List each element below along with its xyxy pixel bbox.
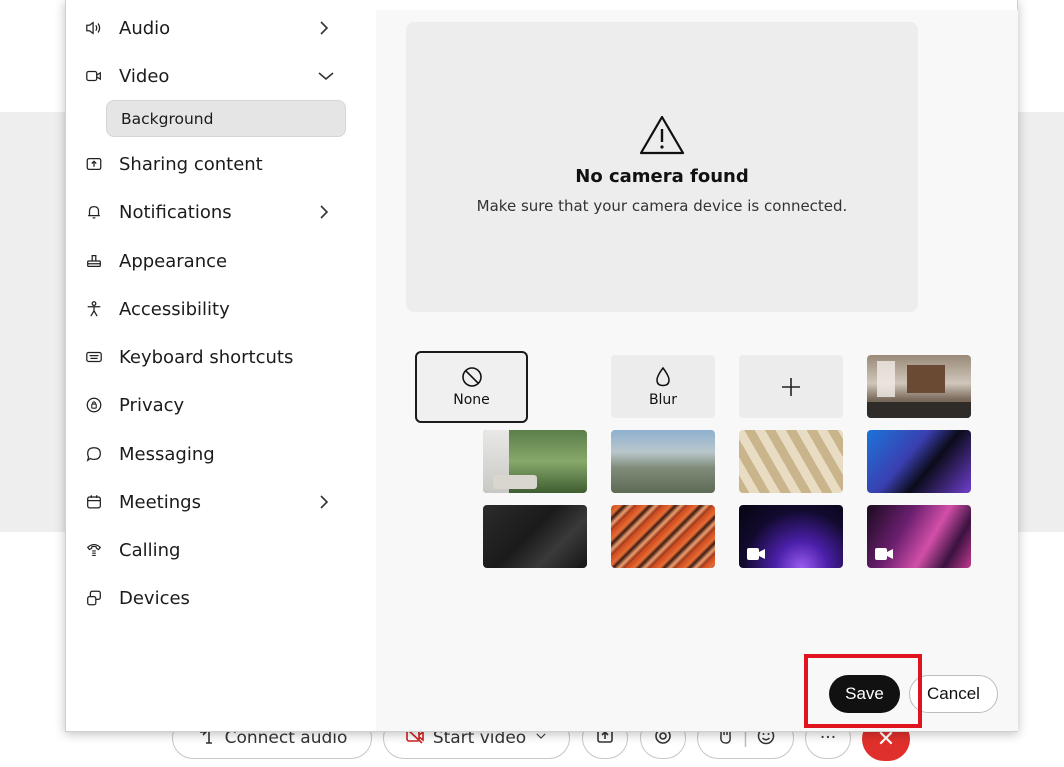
sidebar-item-label: Video <box>119 65 170 87</box>
background-image-pink-waves-video[interactable] <box>867 505 971 568</box>
sidebar-item-label: Meetings <box>119 491 201 513</box>
bell-icon <box>84 202 104 222</box>
sidebar-subitem-background[interactable]: Background <box>106 100 346 137</box>
sidebar-item-label: Sharing content <box>119 153 263 175</box>
sidebar-item-label: Notifications <box>119 201 232 223</box>
background-image-window-shadows[interactable] <box>739 430 843 493</box>
sidebar-item-appearance[interactable]: Appearance <box>84 241 354 281</box>
sidebar-item-keyboard-shortcuts[interactable]: Keyboard shortcuts <box>84 337 354 377</box>
background-option-none[interactable]: None <box>415 351 528 423</box>
warning-icon <box>639 115 685 155</box>
chevron-right-icon <box>320 495 329 509</box>
add-background-button[interactable] <box>739 355 843 418</box>
chevron-down-icon <box>318 72 334 81</box>
paint-brush-icon <box>84 251 104 271</box>
video-camera-icon <box>875 548 893 560</box>
settings-sidebar: Audio Video Background Sharing content N… <box>66 0 376 731</box>
preview-title: No camera found <box>575 166 749 187</box>
option-label: Blur <box>648 391 678 408</box>
sidebar-item-sharing-content[interactable]: Sharing content <box>84 144 354 184</box>
chevron-right-icon <box>320 21 329 35</box>
video-camera-icon <box>747 548 765 560</box>
chevron-right-icon <box>320 205 329 219</box>
background-image-orange-marble[interactable] <box>611 505 715 568</box>
sidebar-item-devices[interactable]: Devices <box>84 578 354 618</box>
sidebar-item-messaging[interactable]: Messaging <box>84 434 354 474</box>
cancel-button[interactable]: Cancel <box>909 675 998 713</box>
speaker-icon <box>84 18 104 38</box>
sidebar-item-label: Accessibility <box>119 298 230 320</box>
background-option-blur[interactable]: Blur <box>611 355 715 418</box>
keyboard-icon <box>84 347 104 367</box>
background-image-living-room[interactable] <box>867 355 971 418</box>
sidebar-item-label: Keyboard shortcuts <box>119 346 294 368</box>
background-image-blue-purple-waves[interactable] <box>867 430 971 493</box>
background-image-forest-room[interactable] <box>483 430 587 493</box>
background-image-blurred-mountains[interactable] <box>611 430 715 493</box>
sidebar-item-meetings[interactable]: Meetings <box>84 482 354 522</box>
background-image-dark-abstract[interactable] <box>483 505 587 568</box>
no-symbol-icon <box>461 367 482 387</box>
sidebar-item-label: Devices <box>119 587 190 609</box>
sidebar-item-privacy[interactable]: Privacy <box>84 385 354 425</box>
sidebar-item-label: Audio <box>119 17 171 39</box>
sidebar-item-audio[interactable]: Audio <box>84 8 354 48</box>
share-screen-icon <box>84 154 104 174</box>
calendar-icon <box>84 492 104 512</box>
camera-preview: No camera found Make sure that your came… <box>406 22 918 312</box>
plus-icon <box>782 377 800 396</box>
chat-bubble-icon <box>84 444 104 464</box>
sidebar-item-label: Messaging <box>119 443 215 465</box>
settings-dialog: Audio Video Background Sharing content N… <box>65 0 1018 732</box>
accessibility-icon <box>84 299 104 319</box>
phone-icon <box>84 540 104 560</box>
video-camera-icon <box>84 66 104 86</box>
sidebar-item-accessibility[interactable]: Accessibility <box>84 289 354 329</box>
droplet-icon <box>656 366 670 386</box>
devices-icon <box>84 588 104 608</box>
background-image-purple-glow-video[interactable] <box>739 505 843 568</box>
privacy-icon <box>84 395 104 415</box>
sidebar-item-notifications[interactable]: Notifications <box>84 192 354 232</box>
video-background-panel: No camera found Make sure that your came… <box>376 10 1018 731</box>
sidebar-item-label: Privacy <box>119 394 185 416</box>
preview-message: Make sure that your camera device is con… <box>476 197 848 215</box>
sidebar-item-video[interactable]: Video <box>84 56 354 96</box>
sidebar-item-label: Appearance <box>119 250 228 272</box>
sidebar-item-calling[interactable]: Calling <box>84 530 354 570</box>
sidebar-subitem-label: Background <box>121 109 214 128</box>
save-highlight-box <box>804 654 922 728</box>
sidebar-item-label: Calling <box>119 539 181 561</box>
option-label: None <box>453 392 490 408</box>
